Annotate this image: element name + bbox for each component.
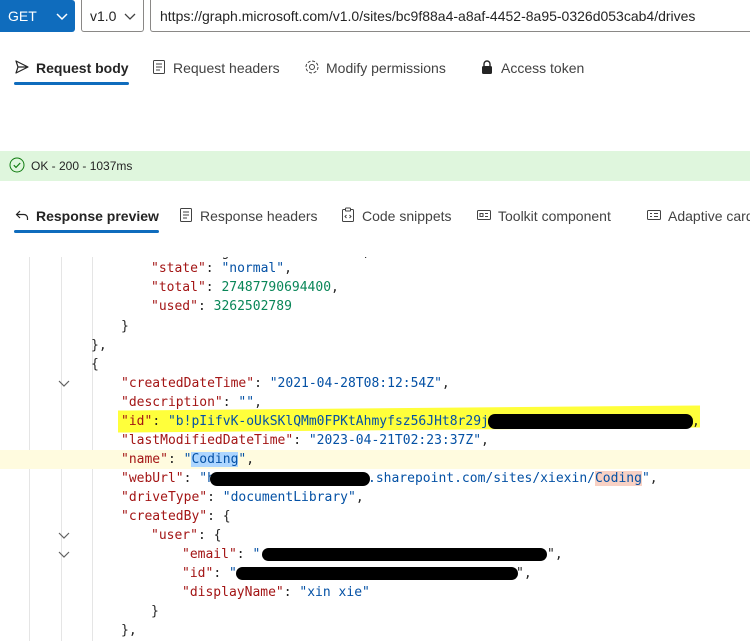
match-highlight: Coding [594,471,642,486]
json-key: "webUrl" [121,471,184,486]
chevron-down-icon[interactable] [10,528,70,558]
json-value: "b!pIifvK-oUkSKlQMm0FPKtAhmyfsz56JHt8r29… [167,414,497,429]
json-key: "description" [121,395,223,410]
json-value: " [252,547,261,562]
json-value: .sharepoint.com/sites/xiexin/ [368,471,595,486]
code-line: "id": "b!pIifvK-oUkSKlQMm0FPKtAhmyfsz56J… [0,405,750,433]
tab-label: Adaptive card [668,208,750,224]
request-tabs: Request body Request headers Modify perm… [0,48,750,88]
code-line: "createdDateTime": "2021-04-28T08:12:54Z… [121,376,450,391]
tab-response-headers[interactable]: Response headers [178,196,318,236]
redaction-mark [236,567,518,580]
chevron-down-icon [123,9,137,26]
code-line-current: "name": "Coding", [0,450,750,469]
tab-label: Response preview [36,208,159,224]
send-icon [14,59,30,78]
redaction-mark [262,548,547,561]
json-key: "email" [182,547,237,562]
json-key: "used" [151,299,198,314]
version-label: v1.0 [90,7,117,24]
json-key: "id" [182,566,214,581]
tab-code-snippets[interactable]: Code snippets [340,196,452,236]
redaction-mark [210,472,370,486]
json-key: "user" [151,528,198,543]
code-line: "displayName": "xin xie" [182,585,370,600]
code-line: "driveType": "documentLibrary", [121,490,364,505]
lock-icon [479,59,495,78]
code-line: }, [91,338,107,353]
json-value: "normal" [221,261,285,276]
tab-label: Modify permissions [326,60,446,76]
response-tabs: Response preview Response headers Code s… [0,196,750,236]
tab-label: Access token [501,60,585,76]
chevron-down-icon [49,0,75,32]
json-key: "lastModifiedDateTime" [121,433,294,448]
status-bar: OK - 200 - 1037ms [0,151,750,181]
tab-modify-permissions[interactable]: Modify permissions [304,48,446,88]
status-text: OK - 200 - 1037ms [31,159,133,173]
tab-request-body[interactable]: Request body [14,48,129,88]
url-input[interactable]: https://graph.microsoft.com/v1.0/sites/b… [150,0,750,32]
json-key: "createdDateTime" [121,376,255,391]
chevron-down-icon[interactable] [10,509,70,539]
json-key: "total" [151,280,206,295]
json-value: "2023-04-21T02:23:37Z" [308,433,482,448]
json-value-selected: Coding [191,452,239,467]
code-line: "state": "normal", [151,261,292,276]
response-code-editor[interactable]: "remaining": 27484528191611, "state": "n… [0,257,750,641]
code-line: "lastModifiedDateTime": "2023-04-21T02:2… [121,433,489,448]
json-key: "id" [121,414,153,429]
code-line: "webUrl": "h .sharepoint.com/sites/xiexi… [121,471,658,486]
tab-label: Request headers [173,60,280,76]
request-bar: GET v1.0 https://graph.microsoft.com/v1.… [0,0,750,34]
version-dropdown[interactable]: v1.0 [81,0,144,32]
code-line: "user": { [0,526,750,558]
redaction-mark [488,414,693,429]
json-key: "state" [151,261,206,276]
json-key: "driveType" [121,490,208,505]
json-value: 27487790694400 [221,280,332,295]
arrow-back-icon [14,207,30,226]
json-value: 3262502789 [213,299,292,314]
active-tab-indicator [14,82,129,85]
code-line: "email": " ", [182,547,563,562]
gear-icon [304,59,320,78]
json-value: "" [238,395,255,410]
card-icon [646,207,662,226]
code-line: } [151,604,159,619]
code-line: "createdBy": { [0,507,750,539]
code-line: } [121,319,129,334]
checkmark-circle-icon [9,157,25,176]
json-key: "displayName" [182,585,284,600]
http-method-label: GET [8,8,37,24]
tab-request-headers[interactable]: Request headers [151,48,280,88]
json-value: "xin xie" [299,585,370,600]
code-line: { [0,355,750,387]
tab-response-preview[interactable]: Response preview [14,196,159,236]
document-icon [151,59,167,78]
toolkit-icon [476,207,492,226]
json-value: "documentLibrary" [222,490,356,505]
clipboard-code-icon [340,207,356,226]
chevron-down-icon[interactable] [10,357,70,387]
code-line: "used": 3262502789 [151,299,292,314]
tab-label: Toolkit component [498,208,611,224]
tab-toolkit-component[interactable]: Toolkit component [476,196,611,236]
json-value: "2021-04-28T08:12:54Z" [269,376,442,391]
tab-label: Response headers [200,208,318,224]
json-key: "createdBy" [121,509,208,524]
code-line: }, [121,623,137,638]
code-line: "total": 27487790694400, [151,280,339,295]
tab-adaptive-card[interactable]: Adaptive card [646,196,750,236]
document-icon [178,207,194,226]
json-key: "name" [121,452,168,467]
active-tab-indicator [14,230,159,233]
tab-access-token[interactable]: Access token [479,48,584,88]
http-method-dropdown[interactable]: GET [0,0,75,32]
tab-label: Request body [36,60,129,76]
url-text: https://graph.microsoft.com/v1.0/sites/b… [160,7,696,24]
code-line: "id": " ", [182,566,532,581]
tab-label: Code snippets [362,208,452,224]
